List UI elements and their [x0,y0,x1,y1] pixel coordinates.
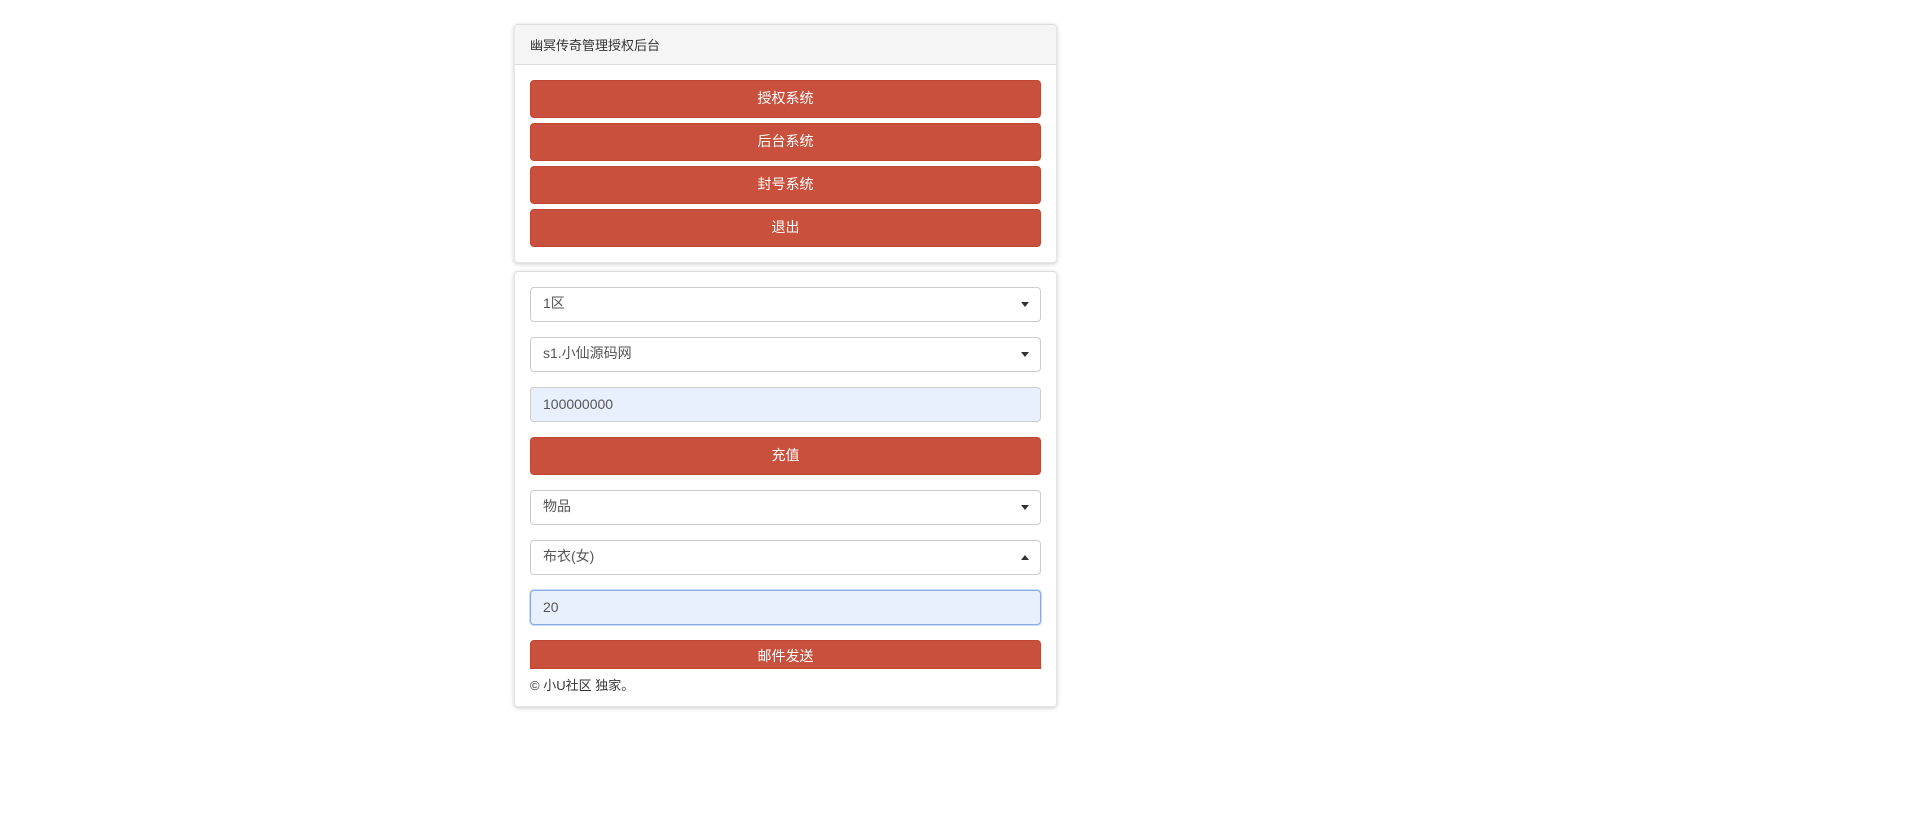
form-panel: 1区 s1.小仙源码网 充值 物品 [514,271,1057,707]
server-select-value: s1.小仙源码网 [543,345,632,361]
quantity-input[interactable] [530,590,1041,625]
panel-title: 幽冥传奇管理授权后台 [515,25,1056,65]
type-select[interactable]: 物品 [530,490,1041,525]
footer-text: © 小U社区 独家。 [515,675,1056,706]
item-select[interactable]: 布衣(女) [530,540,1041,575]
item-select-value: 布衣(女) [543,548,594,564]
mail-send-button[interactable]: 邮件发送 [530,640,1041,669]
nav-panel: 幽冥传奇管理授权后台 授权系统 后台系统 封号系统 退出 [514,24,1057,263]
auth-system-button[interactable]: 授权系统 [530,80,1041,118]
amount-input[interactable] [530,387,1041,422]
admin-system-button[interactable]: 后台系统 [530,123,1041,161]
server-select[interactable]: s1.小仙源码网 [530,337,1041,372]
zone-select-value: 1区 [543,295,565,311]
type-select-value: 物品 [543,498,571,514]
logout-button[interactable]: 退出 [530,209,1041,247]
recharge-button[interactable]: 充值 [530,437,1041,475]
ban-system-button[interactable]: 封号系统 [530,166,1041,204]
zone-select[interactable]: 1区 [530,287,1041,322]
